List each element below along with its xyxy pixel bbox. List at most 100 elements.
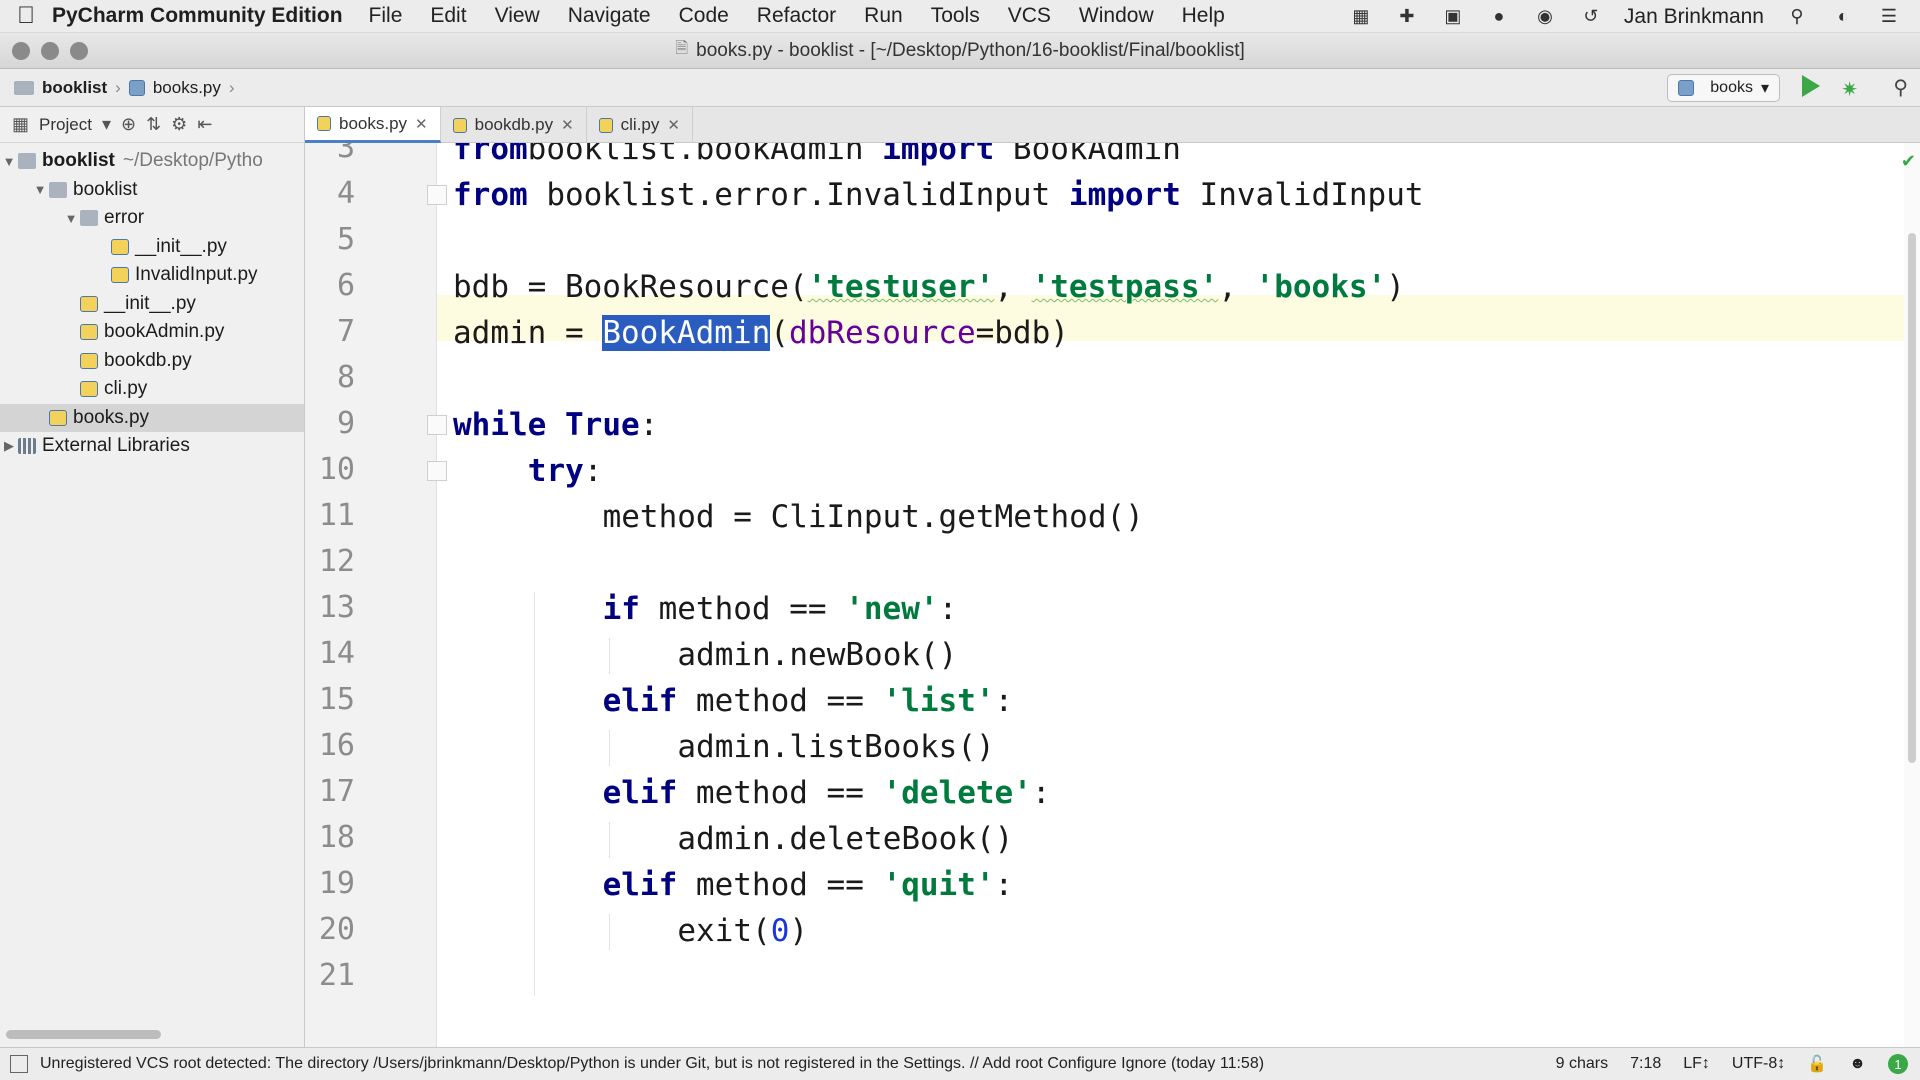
notification-center-icon[interactable]: ☰ xyxy=(1876,6,1902,28)
tree-item[interactable]: __init__.py xyxy=(0,233,304,262)
tree-item[interactable]: bookdb.py xyxy=(0,347,304,376)
file-encoding[interactable]: UTF-8↕ xyxy=(1732,1055,1785,1073)
close-icon[interactable]: ✕ xyxy=(667,116,680,134)
code-editor[interactable]: 3 4 5 6 7 8 9 10 11 12 13 14 15 16 17 18 19 20 21 frombook… xyxy=(305,143,1920,1047)
project-horizontal-scrollbar[interactable] xyxy=(6,1030,161,1039)
apple-menu-icon[interactable]:  xyxy=(0,2,52,30)
editor-tab[interactable]: bookdb.py ✕ xyxy=(441,107,587,143)
code-line[interactable]: exit(0) xyxy=(677,908,808,954)
tree-item[interactable]: ▼ booklist xyxy=(0,176,304,205)
menu-vcs[interactable]: VCS xyxy=(1008,4,1051,28)
chat-bubble-icon[interactable]: ◉ xyxy=(1532,6,1558,28)
close-window-button[interactable] xyxy=(12,42,30,60)
code-token: from xyxy=(453,143,528,167)
collapse-all-icon[interactable]: ⇅ xyxy=(146,114,161,135)
status-message[interactable]: Unregistered VCS root detected: The dire… xyxy=(40,1055,1556,1073)
run-configuration-select[interactable]: books ▾ xyxy=(1667,74,1780,102)
inspection-ok-icon[interactable]: ✔ xyxy=(1901,151,1916,172)
menu-run[interactable]: Run xyxy=(864,4,903,28)
lock-icon[interactable]: 🔓 xyxy=(1807,1054,1827,1074)
menu-window[interactable]: Window xyxy=(1079,4,1154,28)
close-icon[interactable]: ✕ xyxy=(415,115,428,133)
run-button[interactable] xyxy=(1802,75,1820,97)
code-line[interactable]: admin.deleteBook() xyxy=(677,816,1013,862)
project-view-selector[interactable]: Project xyxy=(39,115,92,135)
menu-tools[interactable]: Tools xyxy=(931,4,980,28)
scrollbar-thumb[interactable] xyxy=(1908,233,1916,763)
code-line[interactable]: admin.listBooks() xyxy=(677,724,994,770)
editor-tab[interactable]: cli.py ✕ xyxy=(587,107,693,143)
camera-icon[interactable]: ▣ xyxy=(1440,6,1466,28)
expand-arrow-right-icon[interactable]: ▶ xyxy=(0,438,18,454)
code-line[interactable]: elif method == 'quit': xyxy=(603,862,1014,908)
code-line[interactable]: while True: xyxy=(453,402,658,448)
search-everywhere-icon[interactable]: ⚲ xyxy=(1893,75,1908,100)
hide-panel-icon[interactable]: ⇤ xyxy=(197,114,212,135)
code-line[interactable]: elif method == 'delete': xyxy=(603,770,1051,816)
code-area[interactable]: frombooklist.bookAdmin import BookAdmin f… xyxy=(453,143,1893,1047)
time-machine-icon[interactable]: ↺ xyxy=(1578,6,1604,28)
code-line[interactable]: if method == 'new': xyxy=(603,586,958,632)
menu-code[interactable]: Code xyxy=(679,4,729,28)
python-file-icon xyxy=(128,79,145,96)
fold-marker-icon[interactable] xyxy=(427,185,447,205)
tree-item[interactable]: ▶ External Libraries xyxy=(0,432,304,461)
menu-help[interactable]: Help xyxy=(1182,4,1225,28)
fold-marker-icon[interactable] xyxy=(427,461,447,481)
tree-item[interactable]: cli.py xyxy=(0,375,304,404)
menu-file[interactable]: File xyxy=(369,4,403,28)
code-line[interactable]: bdb = BookResource('testuser', 'testpass… xyxy=(453,264,1405,310)
code-token: booklist.error.InvalidInput xyxy=(527,177,1069,213)
plus-cross-icon[interactable]: ✚ xyxy=(1394,6,1420,28)
leaf-icon[interactable]: ● xyxy=(1486,6,1512,28)
line-number: 10 xyxy=(318,452,355,487)
siri-icon[interactable]: ◐ xyxy=(1830,6,1856,28)
tree-item[interactable]: books.py xyxy=(0,403,304,432)
menu-view[interactable]: View xyxy=(495,4,540,28)
recording-app-icon[interactable]: ▦ xyxy=(1348,6,1374,28)
spotlight-search-icon[interactable]: ⚲ xyxy=(1784,6,1810,28)
caret-position[interactable]: 7:18 xyxy=(1630,1055,1661,1073)
breadcrumb-project[interactable]: booklist xyxy=(42,78,107,98)
expand-arrow-down-icon[interactable]: ▼ xyxy=(62,211,80,226)
editor-vertical-scrollbar[interactable] xyxy=(1904,143,1920,1047)
folder-icon xyxy=(14,80,34,95)
scroll-from-source-icon[interactable]: ⊕ xyxy=(121,114,136,135)
breadcrumb-file[interactable]: books.py xyxy=(153,78,221,98)
chevron-down-icon[interactable]: ▾ xyxy=(102,114,111,135)
user-name[interactable]: Jan Brinkmann xyxy=(1624,5,1764,29)
menu-navigate[interactable]: Navigate xyxy=(568,4,651,28)
menu-refactor[interactable]: Refactor xyxy=(757,4,836,28)
inspector-icon[interactable]: ☻ xyxy=(1849,1055,1866,1073)
tree-item[interactable]: __init__.py xyxy=(0,290,304,319)
app-menu[interactable]: PyCharm Community Edition xyxy=(52,4,343,28)
code-line[interactable]: admin = BookAdmin(dbResource=bdb) xyxy=(453,310,1069,356)
tree-item[interactable]: ▼ booklist ~/Desktop/Pytho xyxy=(0,147,304,176)
minimize-window-button[interactable] xyxy=(41,42,59,60)
gear-icon[interactable]: ⚙ xyxy=(171,114,187,135)
code-line[interactable]: admin.newBook() xyxy=(677,632,957,678)
zoom-window-button[interactable] xyxy=(70,42,88,60)
line-separator[interactable]: LF↕ xyxy=(1683,1055,1710,1073)
tree-item[interactable]: InvalidInput.py xyxy=(0,261,304,290)
line-number: 4 xyxy=(336,176,355,211)
code-token: True xyxy=(565,407,640,443)
tool-window-toggle-icon[interactable] xyxy=(10,1055,28,1073)
fold-marker-icon[interactable] xyxy=(427,415,447,435)
expand-arrow-down-icon[interactable]: ▼ xyxy=(31,182,49,197)
code-line[interactable]: elif method == 'list': xyxy=(603,678,1014,724)
close-icon[interactable]: ✕ xyxy=(561,116,574,134)
expand-arrow-down-icon[interactable]: ▼ xyxy=(0,154,18,169)
line-number: 5 xyxy=(336,222,355,257)
code-token: method = CliInput.getMethod() xyxy=(602,499,1144,535)
menu-edit[interactable]: Edit xyxy=(430,4,466,28)
tree-item[interactable]: ▼ error xyxy=(0,204,304,233)
code-line[interactable]: method = CliInput.getMethod() xyxy=(603,494,1144,540)
debug-bug-icon[interactable]: ✷ xyxy=(1841,77,1858,102)
tree-item[interactable]: bookAdmin.py xyxy=(0,318,304,347)
code-line[interactable]: from booklist.error.InvalidInput import … xyxy=(453,172,1424,218)
event-log-badge[interactable]: 1 xyxy=(1888,1054,1908,1074)
code-line[interactable]: try: xyxy=(528,448,603,494)
code-line[interactable]: frombooklist.bookAdmin import BookAdmin xyxy=(453,143,1181,172)
editor-tab[interactable]: books.py ✕ xyxy=(305,107,441,143)
